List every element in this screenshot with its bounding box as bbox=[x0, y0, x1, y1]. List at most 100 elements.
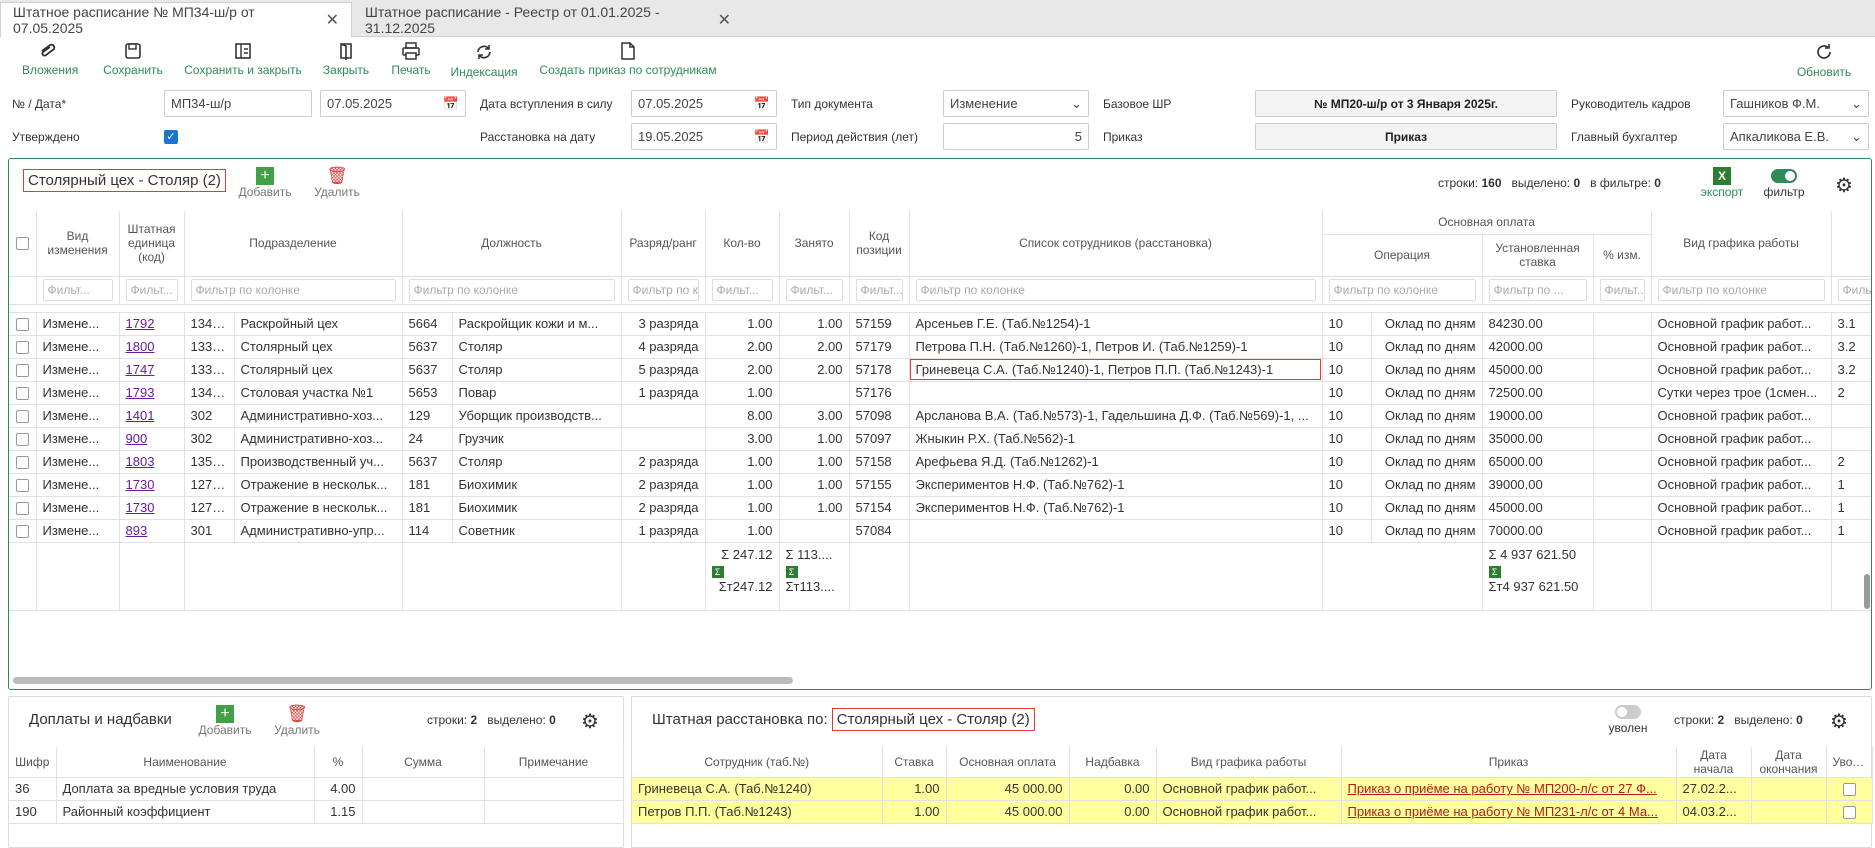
filter-input[interactable]: Фильт... bbox=[855, 279, 903, 301]
select-all-checkbox[interactable] bbox=[15, 237, 29, 251]
fired-toggle[interactable]: уволен bbox=[1603, 703, 1653, 735]
accountant-select[interactable]: Апкаликова Е.В. ⌄ bbox=[1723, 123, 1869, 150]
row-checkbox[interactable] bbox=[15, 479, 29, 493]
row-checkbox[interactable] bbox=[15, 318, 29, 332]
table-row[interactable]: Гриневеца С.А. (Таб.№1240) 1.00 45 000.00 0… bbox=[632, 777, 1873, 801]
filter-input[interactable]: Фильтр по колонке bbox=[1657, 279, 1825, 301]
vertical-scrollbar[interactable] bbox=[1864, 574, 1870, 609]
filter-input[interactable]: Фильтр по колонке bbox=[190, 279, 396, 301]
table-row[interactable]: Измене... 1730 1272... Отражение в нескольк… bbox=[9, 473, 1871, 497]
filter-input[interactable]: Фильт... bbox=[42, 279, 113, 301]
calendar-icon[interactable]: 📅 bbox=[754, 96, 770, 112]
period-input[interactable]: 5 bbox=[943, 123, 1089, 150]
unit-link[interactable]: 1401 bbox=[126, 408, 155, 423]
add-row-button[interactable]: + Добавить bbox=[237, 167, 293, 199]
sigma-icon[interactable]: Σ bbox=[711, 565, 724, 578]
unit-link[interactable]: 1793 bbox=[126, 385, 155, 400]
row-checkbox[interactable] bbox=[15, 341, 29, 355]
hr-select[interactable]: Гашников Ф.М. ⌄ bbox=[1723, 90, 1869, 117]
filter-input[interactable]: Фильтр по ... bbox=[1488, 279, 1587, 301]
unit-link[interactable]: 900 bbox=[126, 431, 148, 446]
order-link[interactable]: Приказ о приёме на работу № МП231-л/с от… bbox=[1348, 804, 1658, 819]
filter-input[interactable]: Фильт... bbox=[1837, 279, 1871, 301]
list-item[interactable]: 190 Районный коэффициент 1.15 bbox=[9, 800, 624, 824]
unit-link[interactable]: 893 bbox=[126, 523, 148, 538]
unit-link[interactable]: 1747 bbox=[126, 362, 155, 377]
create-order-button[interactable]: Создать приказ по сотрудникам bbox=[536, 42, 720, 77]
doc-date-input[interactable]: 07.05.2025 📅 bbox=[320, 90, 466, 117]
unit-link[interactable]: 1792 bbox=[126, 316, 155, 331]
unit-link[interactable]: 1803 bbox=[126, 454, 155, 469]
cell: Оклад по дням bbox=[1371, 450, 1483, 474]
order-button[interactable]: Приказ bbox=[1255, 123, 1557, 150]
row-checkbox[interactable] bbox=[15, 502, 29, 516]
doc-number-input[interactable]: МП34-ш/р bbox=[164, 90, 312, 117]
sigma-icon[interactable]: Σ bbox=[785, 565, 798, 578]
gear-icon[interactable]: ⚙ bbox=[581, 709, 599, 734]
filter-input[interactable]: Фильт... bbox=[125, 279, 178, 301]
approved-checkbox[interactable]: ✓ bbox=[164, 130, 178, 144]
cell: 3.2 bbox=[1831, 358, 1871, 382]
print-button[interactable]: Печать bbox=[386, 42, 436, 77]
filter-input[interactable]: Фильтр по колонке bbox=[408, 279, 615, 301]
list-item[interactable]: 36 Доплата за вредные условия труда 4.00 bbox=[9, 777, 624, 801]
filter-input[interactable]: Фильт... bbox=[1599, 279, 1645, 301]
table-row[interactable]: Измене... 900 302 Административно-хоз... 24 Г… bbox=[9, 427, 1871, 451]
delete-row-button[interactable]: 🗑 Удалить bbox=[309, 167, 365, 200]
table-row[interactable]: Измене... 1803 1357... Производственный уч.… bbox=[9, 450, 1871, 474]
save-close-button[interactable]: Сохранить и закрыть bbox=[180, 42, 306, 77]
table-row[interactable]: Измене... 1747 1333... Столярный цех 5637 Сто… bbox=[9, 358, 1871, 382]
save-button[interactable]: Сохранить bbox=[100, 42, 166, 77]
filter-input[interactable]: Фильтр по колонке bbox=[915, 279, 1316, 301]
export-button[interactable]: Xэкспорт bbox=[1697, 167, 1747, 199]
row-checkbox[interactable] bbox=[15, 387, 29, 401]
filter-input[interactable]: Фильт... bbox=[785, 279, 843, 301]
bonus-delete-button[interactable]: 🗑 Удалить bbox=[269, 705, 325, 738]
base-schedule-button[interactable]: № МП20-ш/р от 3 Января 2025г. bbox=[1255, 90, 1557, 117]
doctype-select[interactable]: Изменение ⌄ bbox=[943, 90, 1089, 117]
table-row[interactable]: Измене... 893 301 Административно-упр... 114… bbox=[9, 519, 1871, 543]
cell bbox=[1831, 404, 1871, 428]
filter-toggle[interactable]: фильтр bbox=[1759, 167, 1809, 199]
unit-link[interactable]: 1730 bbox=[126, 500, 155, 515]
filter-input[interactable]: Фильтр по колонке bbox=[627, 279, 699, 301]
effective-date-input[interactable]: 07.05.2025 📅 bbox=[631, 90, 777, 117]
fired-checkbox[interactable] bbox=[1842, 783, 1856, 797]
order-link[interactable]: Приказ о приёме на работу № МП200-л/с от… bbox=[1348, 781, 1657, 796]
unit-link[interactable]: 1730 bbox=[126, 477, 155, 492]
row-checkbox[interactable] bbox=[15, 456, 29, 470]
filter-input[interactable]: Фильтр по колонке bbox=[1328, 279, 1476, 301]
attachments-button[interactable]: Вложения bbox=[22, 42, 78, 77]
row-checkbox[interactable] bbox=[15, 525, 29, 539]
fired-checkbox[interactable] bbox=[1842, 806, 1856, 820]
calendar-icon[interactable]: 📅 bbox=[443, 96, 459, 112]
gear-icon[interactable]: ⚙ bbox=[1830, 709, 1848, 734]
close-icon[interactable]: ✕ bbox=[326, 10, 339, 30]
calendar-icon[interactable]: 📅 bbox=[754, 129, 770, 145]
table-row[interactable]: Измене... 1792 1345... Раскройный цех 5664 Ра… bbox=[9, 312, 1871, 336]
table-row[interactable]: Измене... 1401 302 Административно-хоз... 12… bbox=[9, 404, 1871, 428]
tab-staff-schedule[interactable]: Штатное расписание № МП34-ш/р от 07.05.2… bbox=[0, 2, 352, 37]
sigma-icon[interactable]: Σ bbox=[1488, 565, 1501, 578]
unit-link[interactable]: 1800 bbox=[126, 339, 155, 354]
table-row[interactable]: Петров П.П. (Таб.№1243) 1.00 45 000.00 0.00… bbox=[632, 800, 1873, 824]
tab-registry[interactable]: Штатное расписание - Реестр от 01.01.202… bbox=[353, 2, 743, 37]
bonus-add-button[interactable]: + Добавить bbox=[197, 705, 253, 737]
horizontal-scrollbar[interactable] bbox=[13, 677, 793, 684]
close-button[interactable]: Закрыть bbox=[318, 42, 374, 77]
busy-total-filtered: Σт113.... bbox=[785, 578, 835, 594]
cell: Раскройщик кожи и м... bbox=[452, 312, 622, 336]
placement-date-input[interactable]: 19.05.2025 📅 bbox=[631, 123, 777, 150]
col-employee[interactable]: Сотрудник (таб.№) bbox=[632, 747, 883, 778]
row-checkbox[interactable] bbox=[15, 410, 29, 424]
gear-icon[interactable]: ⚙ bbox=[1835, 173, 1853, 198]
row-checkbox[interactable] bbox=[15, 364, 29, 378]
refresh-button[interactable]: Обновить bbox=[1792, 42, 1856, 79]
table-row[interactable]: Измене... 1800 1333... Столярный цех 5637 Сто… bbox=[9, 335, 1871, 359]
table-row[interactable]: Измене... 1730 1272... Отражение в нескольк… bbox=[9, 496, 1871, 520]
table-row[interactable]: Измене... 1793 1347... Столовая участка №1 5… bbox=[9, 381, 1871, 405]
filter-input[interactable]: Фильт... bbox=[711, 279, 773, 301]
row-checkbox[interactable] bbox=[15, 433, 29, 447]
close-icon[interactable]: ✕ bbox=[718, 10, 731, 30]
indexation-button[interactable]: Индексация bbox=[448, 42, 520, 79]
